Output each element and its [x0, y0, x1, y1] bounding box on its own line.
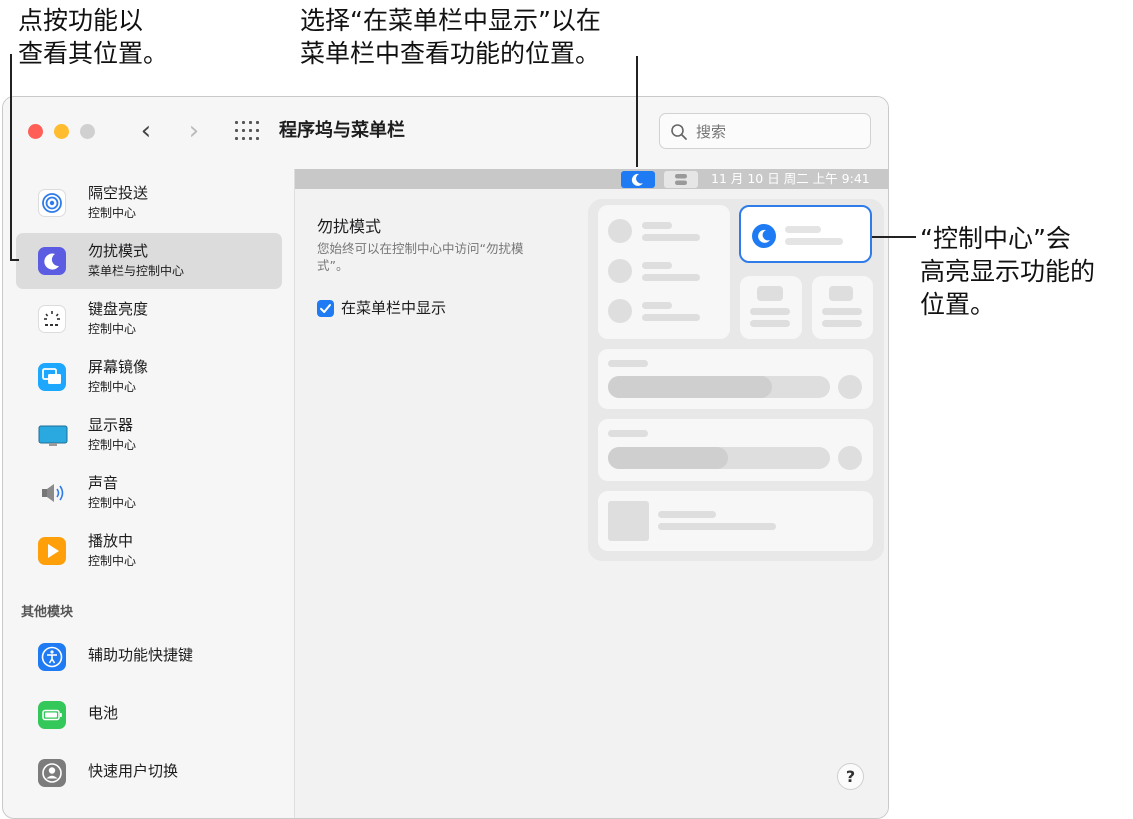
control-center-icon [675, 174, 687, 185]
close-button[interactable] [28, 124, 43, 139]
sidebar: 隔空投送 控制中心 勿扰模式 菜单栏与控制中心 键盘亮度 控制中心 屏幕镜像 控… [3, 169, 294, 818]
search-field[interactable] [659, 113, 871, 149]
moon-icon [631, 173, 643, 186]
sidebar-item-sound[interactable]: 声音 控制中心 [16, 465, 282, 521]
tile-small-2 [812, 276, 873, 339]
play-icon [38, 537, 66, 565]
battery-icon [38, 701, 66, 729]
sidebar-item-accessibility-shortcuts[interactable]: 辅助功能快捷键 [16, 629, 282, 685]
sidebar-item-do-not-disturb[interactable]: 勿扰模式 菜单栏与控制中心 [16, 233, 282, 289]
tile-small-1 [740, 276, 802, 339]
sidebar-item-label: 辅助功能快捷键 [88, 646, 194, 664]
callout-line: 查看其位置。 [18, 39, 169, 68]
settings-window: ‹ › 程序坞与菜单栏 搜索 隔空投送 控制中心 勿扰模式 菜单栏与控制中心 键… [2, 96, 889, 819]
sidebar-item-screen-mirroring[interactable]: 屏幕镜像 控制中心 [16, 349, 282, 405]
leader-line-left-vertical [10, 54, 12, 260]
sidebar-item-sublabel: 控制中心 [88, 322, 137, 336]
window-title: 程序坞与菜单栏 [279, 120, 405, 141]
leader-line-right [872, 236, 916, 238]
chevron-left-icon: ‹ [140, 116, 152, 146]
screen-mirroring-icon [38, 363, 66, 391]
display-icon [38, 421, 68, 449]
connectivity-card [598, 205, 730, 339]
leader-line-center [636, 56, 638, 167]
sidebar-item-keyboard-brightness[interactable]: 键盘亮度 控制中心 [16, 291, 282, 347]
sidebar-item-fast-user-switching[interactable]: 快速用户切换 [16, 745, 282, 801]
user-switch-icon [38, 759, 66, 787]
zoom-button[interactable] [80, 124, 95, 139]
sidebar-item-label: 屏幕镜像 [88, 358, 149, 376]
callout-line: 菜单栏中查看功能的位置。 [300, 39, 601, 68]
sidebar-item-sublabel: 控制中心 [88, 554, 137, 568]
sidebar-item-sublabel: 菜单栏与控制中心 [88, 264, 185, 278]
sidebar-item-label: 声音 [88, 474, 119, 492]
sidebar-item-now-playing[interactable]: 播放中 控制中心 [16, 523, 282, 579]
keyboard-brightness-icon [38, 305, 66, 333]
show-in-menubar-checkbox[interactable] [317, 300, 334, 317]
now-playing-card [598, 491, 873, 551]
callout-right: “控制中心”会 高亮显示功能的 位置。 [920, 222, 1095, 321]
menubar-control-center-item [664, 171, 698, 188]
back-button[interactable]: ‹ [131, 115, 161, 147]
search-input[interactable] [694, 120, 858, 144]
accessibility-icon [38, 643, 66, 671]
sidebar-item-display[interactable]: 显示器 控制中心 [16, 407, 282, 463]
leader-line-left-horizontal [10, 259, 19, 261]
moon-icon [752, 224, 776, 248]
sound-slider-card [598, 419, 873, 481]
moon-icon [38, 247, 66, 275]
airdrop-icon [38, 189, 66, 217]
menubar-dnd-item [621, 171, 655, 188]
forward-button[interactable]: › [179, 115, 209, 147]
detail-pane: 11 月 10 日 周二 上午 9:41 勿扰模式 您始终可以在控制中心中访问“… [295, 169, 888, 818]
menubar-clock: 11 月 10 日 周二 上午 9:41 [711, 171, 870, 186]
menubar-preview: 11 月 10 日 周二 上午 9:41 [295, 169, 888, 189]
help-button[interactable]: ? [837, 763, 864, 790]
detail-description: 您始终可以在控制中心中访问“勿扰模式”。 [317, 241, 524, 273]
sidebar-item-label: 勿扰模式 [88, 242, 149, 260]
sidebar-item-label: 快速用户切换 [88, 762, 179, 780]
sidebar-item-label: 电池 [88, 704, 119, 722]
dnd-highlighted-tile [739, 205, 872, 263]
sidebar-item-sublabel: 控制中心 [88, 380, 137, 394]
display-slider-card [598, 349, 873, 409]
minimize-button[interactable] [54, 124, 69, 139]
search-icon [671, 124, 687, 140]
checkmark-icon [320, 304, 331, 313]
sidebar-item-sublabel: 控制中心 [88, 496, 137, 510]
sidebar-item-label: 隔空投送 [88, 184, 149, 202]
control-center-preview [588, 199, 884, 561]
sidebar-item-label: 播放中 [88, 532, 134, 550]
callout-line: 位置。 [920, 290, 996, 319]
section-header-other-modules: 其他模块 [21, 605, 74, 620]
show-in-menubar-label[interactable]: 在菜单栏中显示 [341, 297, 446, 318]
sidebar-item-label: 键盘亮度 [88, 300, 149, 318]
sidebar-item-sublabel: 控制中心 [88, 206, 137, 220]
titlebar: ‹ › 程序坞与菜单栏 [3, 97, 888, 169]
detail-title: 勿扰模式 [317, 217, 382, 236]
show-all-button[interactable] [235, 121, 259, 141]
speaker-icon [38, 479, 66, 507]
chevron-right-icon: › [188, 116, 200, 146]
callout-top-left: 点按功能以 查看其位置。 [18, 4, 168, 70]
callout-top-center: 选择“在菜单栏中显示”以在 菜单栏中查看功能的位置。 [300, 4, 601, 70]
callout-line: 选择“在菜单栏中显示”以在 [300, 6, 601, 35]
sidebar-item-battery[interactable]: 电池 [16, 687, 282, 743]
sidebar-item-airdrop[interactable]: 隔空投送 控制中心 [16, 175, 282, 231]
sidebar-item-sublabel: 控制中心 [88, 438, 137, 452]
sidebar-item-label: 显示器 [88, 416, 134, 434]
callout-line: 高亮显示功能的 [920, 257, 1096, 286]
callout-line: 点按功能以 [18, 6, 144, 35]
callout-line: “控制中心”会 [920, 224, 1071, 253]
